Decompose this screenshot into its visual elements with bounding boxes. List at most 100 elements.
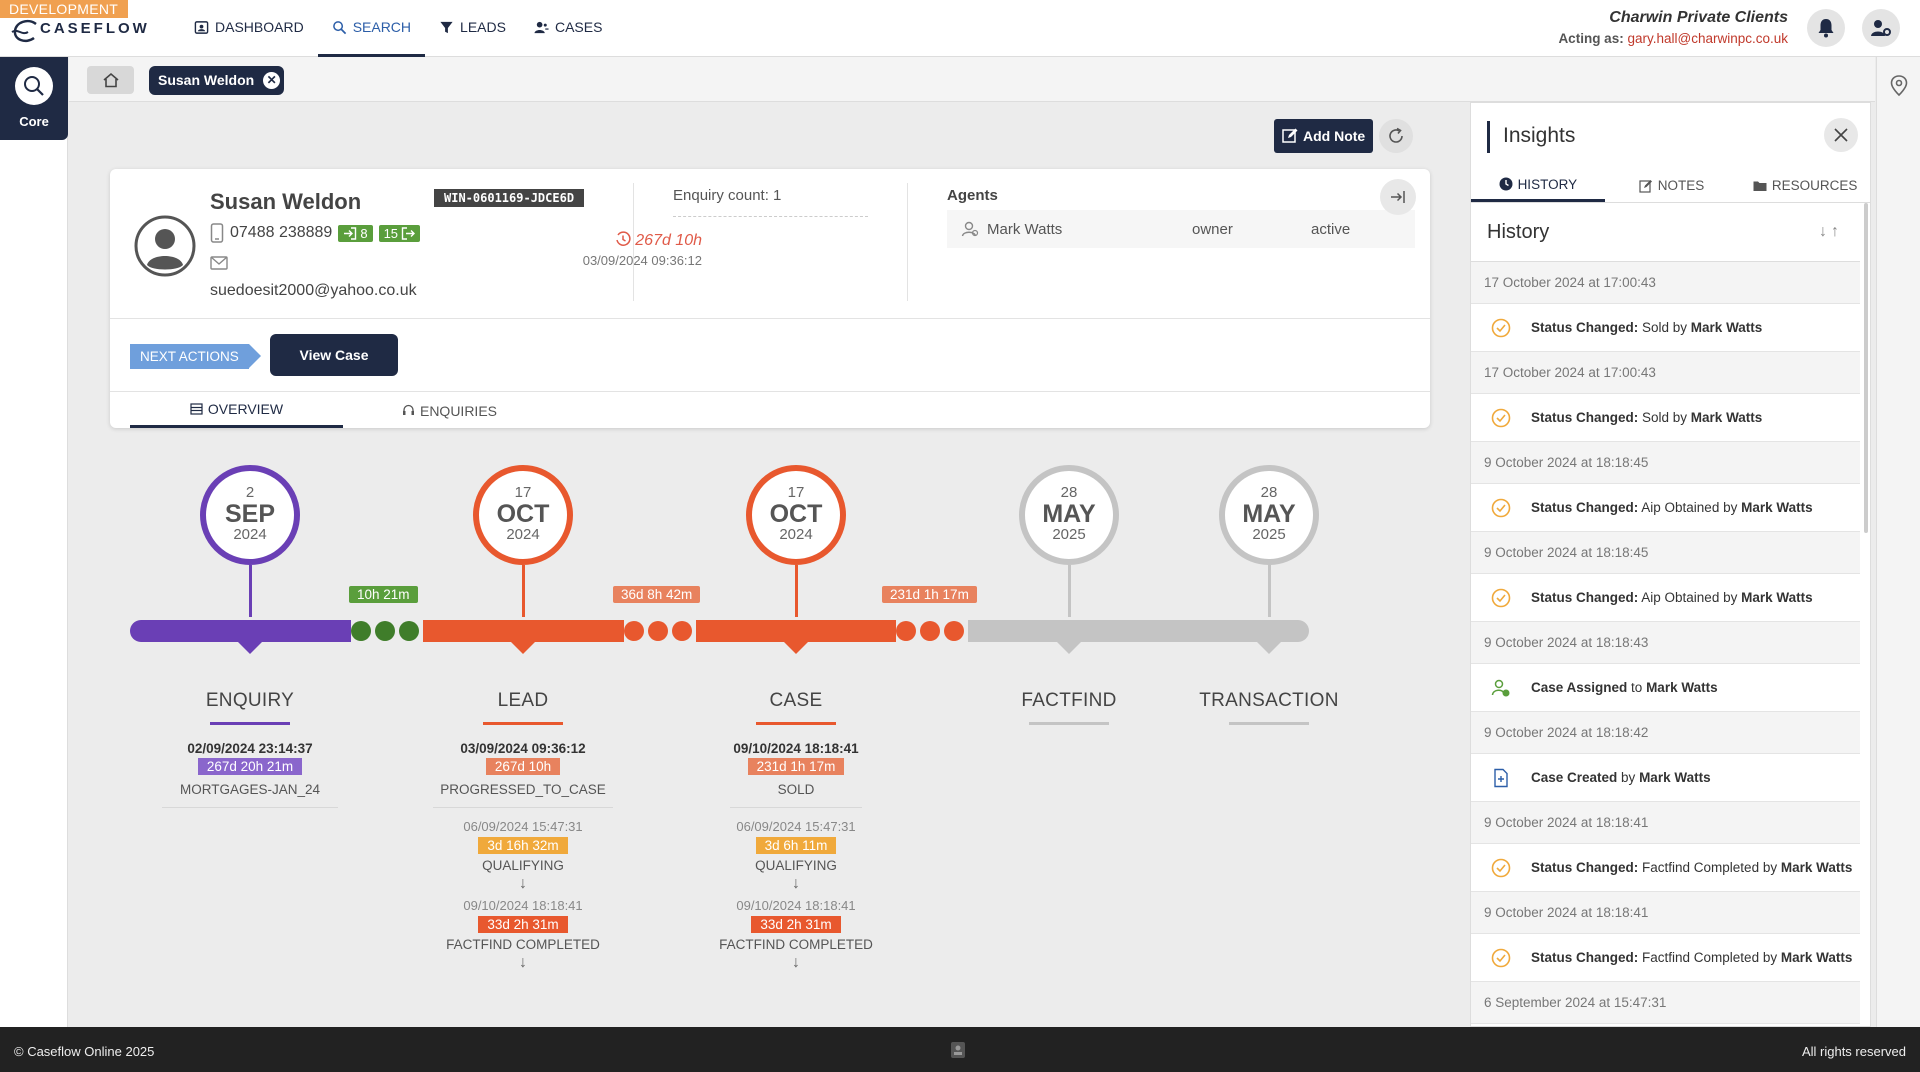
insights-title: Insights <box>1487 121 1575 153</box>
tab-overview[interactable]: OVERVIEW <box>130 393 343 428</box>
event-user: Mark Watts <box>1690 320 1763 335</box>
org-name: Charwin Private Clients <box>1609 9 1788 26</box>
milestone-transaction-date[interactable]: 28 MAY 2025 <box>1219 465 1319 565</box>
clock-history-icon <box>616 231 631 246</box>
history-event[interactable]: Status Changed: Factfind Completed by Ma… <box>1471 844 1860 892</box>
stage-duration: 267d 10h <box>485 758 561 775</box>
close-icon[interactable]: ✕ <box>263 72 281 89</box>
list-icon <box>190 403 203 415</box>
acting-label: Acting as: <box>1558 31 1624 46</box>
milestone-factfind-date[interactable]: 28 MAY 2025 <box>1019 465 1119 565</box>
nav-dashboard[interactable]: DASHBOARD <box>180 0 318 57</box>
gap-duration-badge: 36d 8h 42m <box>613 586 701 603</box>
milestone-month: MAY <box>1042 500 1096 528</box>
history-list: 17 October 2024 at 17:00:43 Status Chang… <box>1471 261 1860 1024</box>
history-scrollbar[interactable] <box>1864 203 1868 533</box>
event-user: Mark Watts <box>1639 770 1711 785</box>
history-event[interactable]: Case Created by Mark Watts <box>1471 754 1860 802</box>
person-tab[interactable]: Susan Weldon ✕ <box>149 66 285 95</box>
lead-age: 267d 10h 03/09/2024 09:36:12 <box>502 231 702 268</box>
status-history-duration: 3d 6h 11m <box>755 837 837 854</box>
lead-bar <box>423 620 624 642</box>
insights-panel: Insights HISTORY NOTES RESOURCES History… <box>1470 102 1871 1027</box>
history-date: 9 October 2024 at 18:18:41 <box>1471 802 1860 844</box>
environment-badge: DEVELOPMENT <box>0 0 129 18</box>
stage-name: LEAD <box>497 690 549 711</box>
core-module-button[interactable]: Core <box>0 57 68 140</box>
inbound-count-badge[interactable]: 8 <box>338 224 373 242</box>
agent-name: Mark Watts <box>987 220 1063 238</box>
history-event[interactable]: Status Changed: Sold by Mark Watts <box>1471 394 1860 442</box>
tab-resources[interactable]: RESOURCES <box>1738 169 1870 202</box>
person-name: Susan Weldon <box>210 189 362 214</box>
status-history-status: FACTFIND COMPLETED <box>719 937 873 952</box>
event-action: Status Changed: <box>1531 320 1639 335</box>
enquiry-bar <box>130 620 351 642</box>
user-icon <box>961 221 979 237</box>
history-event[interactable]: Status Changed: Aip Obtained by Mark Wat… <box>1471 484 1860 532</box>
gap-dot <box>944 621 964 641</box>
mobile-phone-icon <box>210 223 224 243</box>
email-address[interactable]: suedoesit2000@yahoo.co.uk <box>210 282 417 300</box>
nav-search-label: SEARCH <box>352 19 412 35</box>
stage-name: FACTFIND <box>1021 690 1117 711</box>
history-date: 17 October 2024 at 17:00:43 <box>1471 262 1860 304</box>
status-history-status: FACTFIND COMPLETED <box>446 937 600 952</box>
stage-name: CASE <box>769 690 823 711</box>
milestone-day: 28 <box>1260 484 1278 501</box>
add-note-button[interactable]: Add Note <box>1274 119 1374 153</box>
milestone-lead-date[interactable]: 17 OCT 2024 <box>473 465 573 565</box>
notifications-button[interactable] <box>1807 9 1845 47</box>
status-history-date: 09/10/2024 18:18:41 <box>463 898 583 913</box>
next-actions-label: NEXT ACTIONS <box>130 344 261 369</box>
tab-notes[interactable]: NOTES <box>1605 169 1739 202</box>
agent-row[interactable]: Mark Watts owner active <box>947 210 1415 248</box>
history-event[interactable]: Status Changed: Factfind Completed by Ma… <box>1471 934 1860 982</box>
home-tab[interactable] <box>87 66 134 94</box>
top-bar: CASEFLOW DEVELOPMENT DASHBOARD SEARCH LE… <box>0 0 1920 57</box>
outbound-count-badge[interactable]: 15 <box>378 224 421 242</box>
collapse-agents-button[interactable] <box>1380 179 1416 215</box>
acting-email[interactable]: gary.hall@charwinpc.co.uk <box>1627 31 1788 46</box>
arrow-down-icon: ↓ <box>519 875 527 892</box>
event-detail: Sold by <box>1638 320 1691 335</box>
caseflow-logo[interactable]: CASEFLOW <box>10 14 150 46</box>
tab-overview-label: OVERVIEW <box>207 401 284 417</box>
milestone-case-date[interactable]: 17 OCT 2024 <box>746 465 846 565</box>
history-event[interactable]: Case Assigned to Mark Watts <box>1471 664 1860 712</box>
file-plus-icon <box>1494 768 1508 788</box>
tab-enquiries-label: ENQUIRIES <box>419 402 497 419</box>
stage-status: PROGRESSED_TO_CASE <box>433 782 613 808</box>
sort-toggle-icon[interactable]: ↓↑ <box>1819 223 1843 241</box>
event-user: Mark Watts <box>1741 500 1813 515</box>
user-settings-button[interactable] <box>1862 9 1900 47</box>
close-insights-button[interactable] <box>1824 118 1858 152</box>
status-history-date: 06/09/2024 15:47:31 <box>463 819 583 834</box>
right-rail <box>1876 57 1920 1027</box>
history-event[interactable]: Status Changed: Aip Obtained by Mark Wat… <box>1471 574 1860 622</box>
nav-search[interactable]: SEARCH <box>317 0 426 57</box>
clock-icon <box>1499 177 1513 191</box>
milestone-enquiry-date[interactable]: 2 SEP 2024 <box>200 465 300 565</box>
location-pin-button[interactable] <box>1889 75 1909 101</box>
brand-name: CASEFLOW <box>40 20 150 37</box>
tab-history[interactable]: HISTORY <box>1471 169 1605 202</box>
nav-cases[interactable]: CASES <box>520 0 616 57</box>
stage-name: ENQUIRY <box>205 690 295 711</box>
event-detail: by <box>1617 770 1640 785</box>
lead-age-value: 267d 10h <box>502 231 702 250</box>
view-case-button[interactable]: View Case <box>270 334 398 376</box>
core-search-icon <box>15 67 53 105</box>
insights-tabs: HISTORY NOTES RESOURCES <box>1471 169 1870 203</box>
tab-enquiries[interactable]: ENQUIRIES <box>343 393 556 428</box>
refresh-button[interactable] <box>1379 119 1413 153</box>
history-event[interactable]: Status Changed: Sold by Mark Watts <box>1471 304 1860 352</box>
milestone-stem <box>1268 565 1271 617</box>
phone-number[interactable]: 07488 238889 <box>230 224 332 242</box>
reference-badge[interactable]: WIN-0601169-JDCE6D <box>434 189 585 207</box>
milestone-year: 2025 <box>1052 526 1086 543</box>
person-card: Susan Weldon WIN-0601169-JDCE6D 07488 23… <box>110 169 1430 428</box>
milestone-stem <box>249 565 252 617</box>
gap-dot <box>920 621 940 641</box>
nav-leads[interactable]: LEADS <box>425 0 520 57</box>
